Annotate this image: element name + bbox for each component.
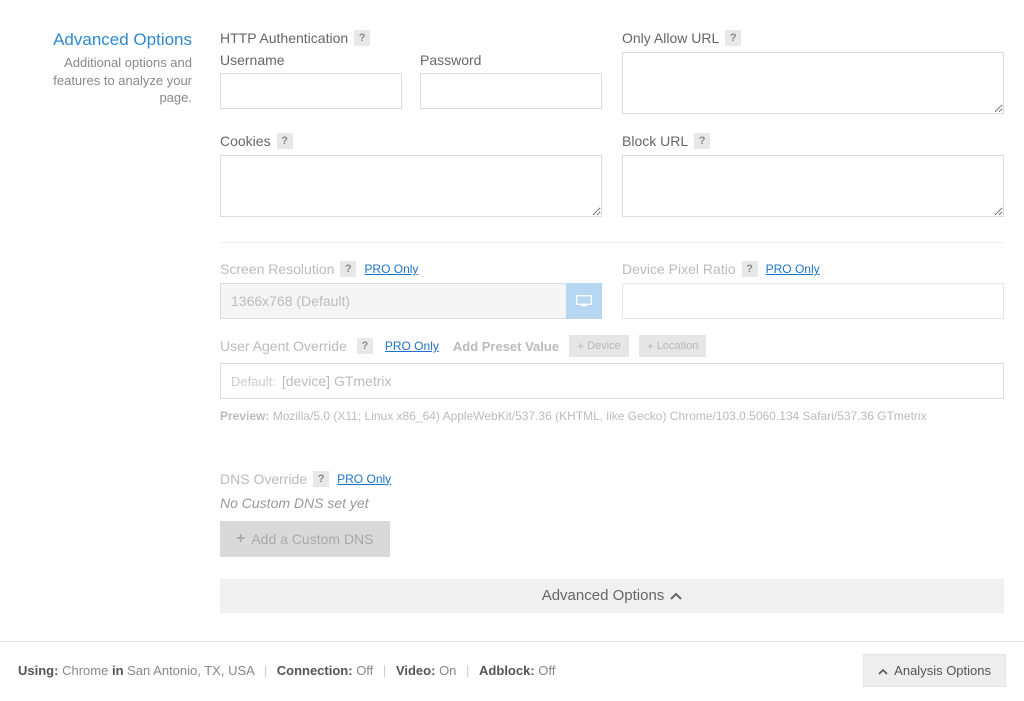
block-url-textarea[interactable] (622, 155, 1004, 217)
user-agent-override-label: User Agent Override (220, 338, 347, 354)
help-icon[interactable]: ? (313, 471, 329, 487)
video-label: Video: (396, 663, 436, 678)
video-value: On (439, 663, 456, 678)
screen-resolution-select: 1366x768 (Default) (220, 283, 602, 319)
monitor-icon (566, 283, 602, 319)
advanced-options-toggle[interactable]: Advanced Options (220, 579, 1004, 613)
adblock-value: Off (538, 663, 555, 678)
help-icon[interactable]: ? (354, 30, 370, 46)
block-url-label: Block URL (622, 133, 688, 149)
password-label: Password (420, 52, 602, 68)
dns-override-label: DNS Override (220, 471, 307, 487)
help-icon[interactable]: ? (277, 133, 293, 149)
help-icon[interactable]: ? (725, 30, 741, 46)
chevron-up-icon (670, 587, 682, 604)
plus-icon: + (236, 531, 245, 547)
pro-only-link[interactable]: PRO Only (337, 472, 391, 486)
help-icon[interactable]: ? (742, 261, 758, 277)
only-allow-url-textarea[interactable] (622, 52, 1004, 114)
plus-icon: + (647, 340, 654, 352)
device-pixel-ratio-input (622, 283, 1004, 319)
adblock-label: Adblock: (479, 663, 535, 678)
cookies-textarea[interactable] (220, 155, 602, 217)
http-auth-label: HTTP Authentication (220, 30, 348, 46)
browser-value: Chrome (62, 663, 108, 678)
advanced-options-sidebar: Advanced Options Additional options and … (20, 30, 220, 613)
analysis-options-button[interactable]: Analysis Options (863, 654, 1006, 687)
add-device-button: +Device (569, 335, 629, 357)
dns-status-text: No Custom DNS set yet (220, 495, 1004, 511)
pro-only-link[interactable]: PRO Only (766, 262, 820, 276)
connection-value: Off (356, 663, 373, 678)
help-icon[interactable]: ? (340, 261, 356, 277)
chevron-up-icon (878, 663, 888, 678)
sidebar-desc: Additional options and features to analy… (20, 54, 192, 107)
using-label: Using: (18, 663, 58, 678)
status-bar: Using: Chrome in San Antonio, TX, USA | … (0, 642, 1024, 701)
sidebar-title: Advanced Options (20, 30, 192, 50)
add-custom-dns-button: + Add a Custom DNS (220, 521, 390, 557)
device-pixel-ratio-label: Device Pixel Ratio (622, 261, 736, 277)
username-label: Username (220, 52, 402, 68)
user-agent-preview: Preview: Mozilla/5.0 (X11; Linux x86_64)… (220, 409, 1004, 425)
location-value: San Antonio, TX, USA (127, 663, 254, 678)
pro-only-link[interactable]: PRO Only (364, 262, 418, 276)
password-input[interactable] (420, 73, 602, 109)
in-label: in (112, 663, 124, 678)
user-agent-input: Default: [device] GTmetrix (220, 363, 1004, 399)
add-location-button: +Location (639, 335, 707, 357)
add-preset-value-label: Add Preset Value (453, 339, 559, 354)
username-input[interactable] (220, 73, 402, 109)
connection-label: Connection: (277, 663, 353, 678)
screen-resolution-label: Screen Resolution (220, 261, 334, 277)
plus-icon: + (577, 340, 584, 352)
pro-only-link[interactable]: PRO Only (385, 339, 439, 353)
only-allow-url-label: Only Allow URL (622, 30, 719, 46)
help-icon[interactable]: ? (357, 338, 373, 354)
help-icon[interactable]: ? (694, 133, 710, 149)
cookies-label: Cookies (220, 133, 271, 149)
